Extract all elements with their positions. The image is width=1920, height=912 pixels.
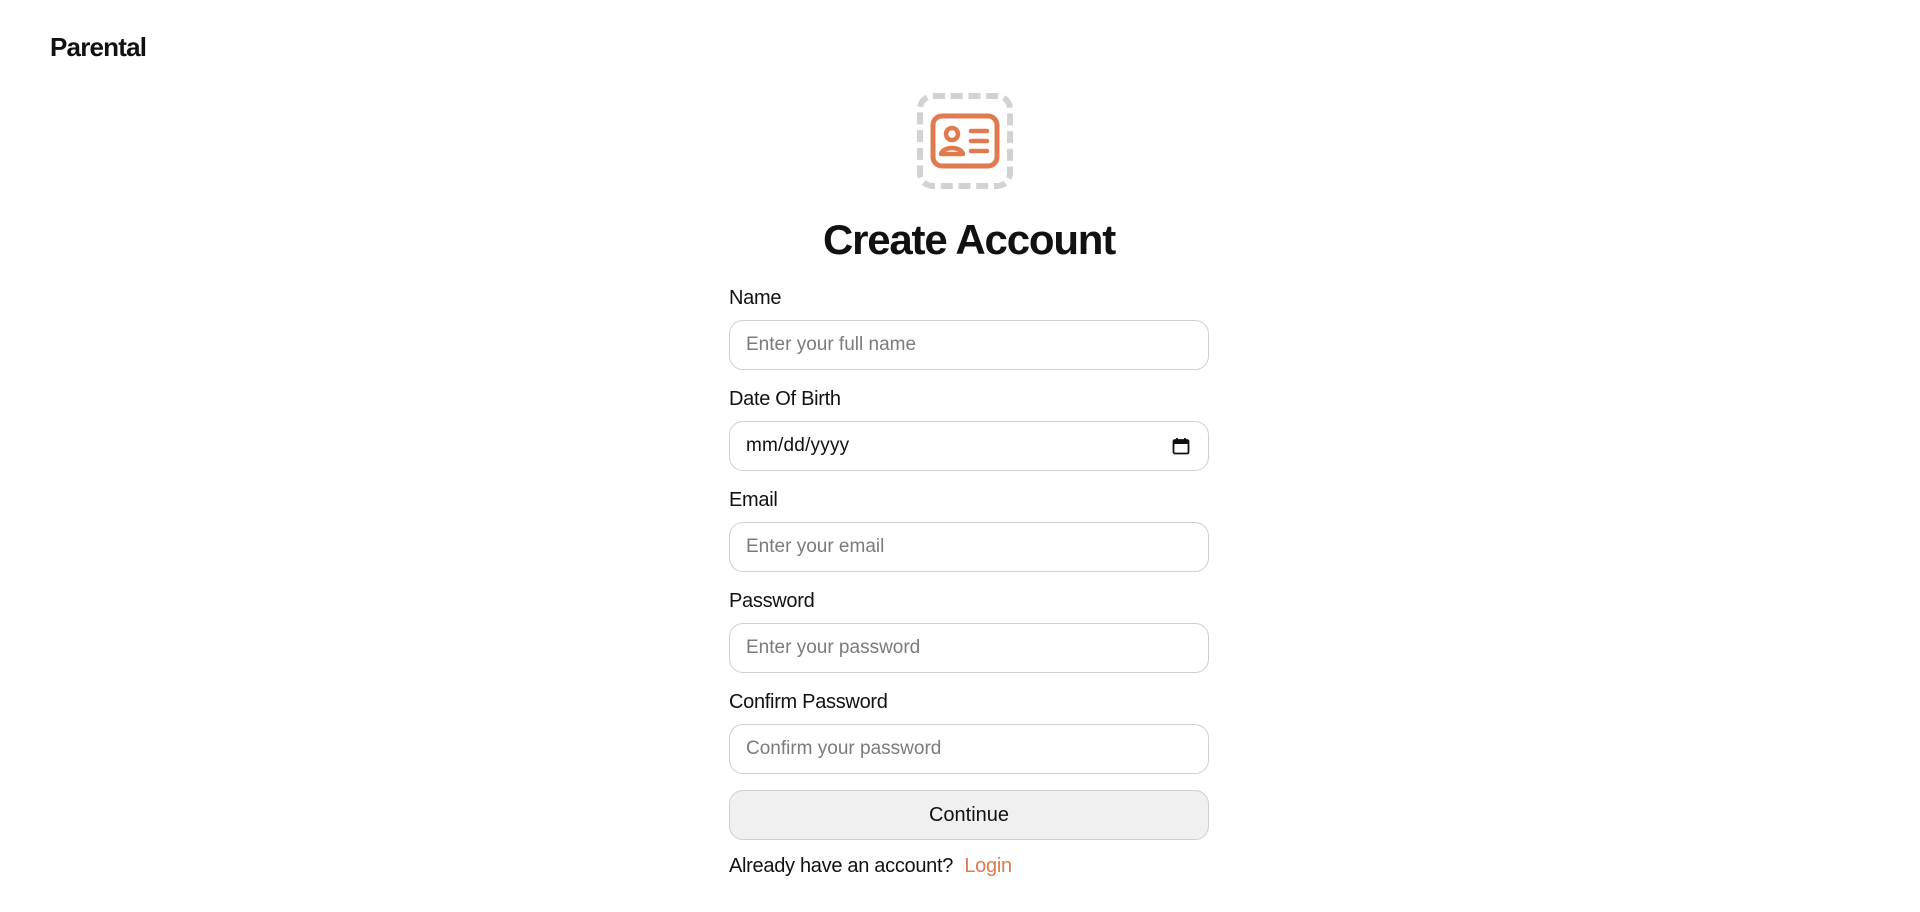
login-link[interactable]: Login	[964, 855, 1012, 877]
dob-input-value[interactable]: mm/dd/yyyy	[746, 435, 1170, 457]
email-field[interactable]	[729, 522, 1209, 572]
password-label: Password	[729, 590, 815, 612]
dob-field[interactable]: mm/dd/yyyy	[729, 421, 1209, 471]
page-title: Create Account	[822, 216, 1116, 263]
contact-card-icon-graphic	[930, 113, 1000, 169]
confirm-password-field[interactable]	[729, 724, 1209, 774]
name-label: Name	[729, 287, 782, 309]
password-input[interactable]	[746, 637, 1192, 659]
calendar-icon[interactable]	[1170, 435, 1192, 457]
contact-card-icon	[917, 93, 1013, 189]
dob-label: Date Of Birth	[729, 388, 841, 410]
continue-button[interactable]: Continue	[729, 790, 1209, 840]
name-field[interactable]	[729, 320, 1209, 370]
email-label: Email	[729, 489, 778, 511]
brand-logo-text[interactable]: Parental	[50, 32, 147, 63]
login-prompt-text: Already have an account?	[729, 855, 954, 877]
signup-page: Parental Create Account Name Date Of Bir…	[0, 0, 1920, 912]
name-input[interactable]	[746, 334, 1192, 356]
confirm-password-label: Confirm Password	[729, 691, 888, 713]
email-input[interactable]	[746, 536, 1192, 558]
password-field[interactable]	[729, 623, 1209, 673]
confirm-password-input[interactable]	[746, 738, 1192, 760]
login-prompt: Already have an account? Login	[729, 855, 1012, 878]
